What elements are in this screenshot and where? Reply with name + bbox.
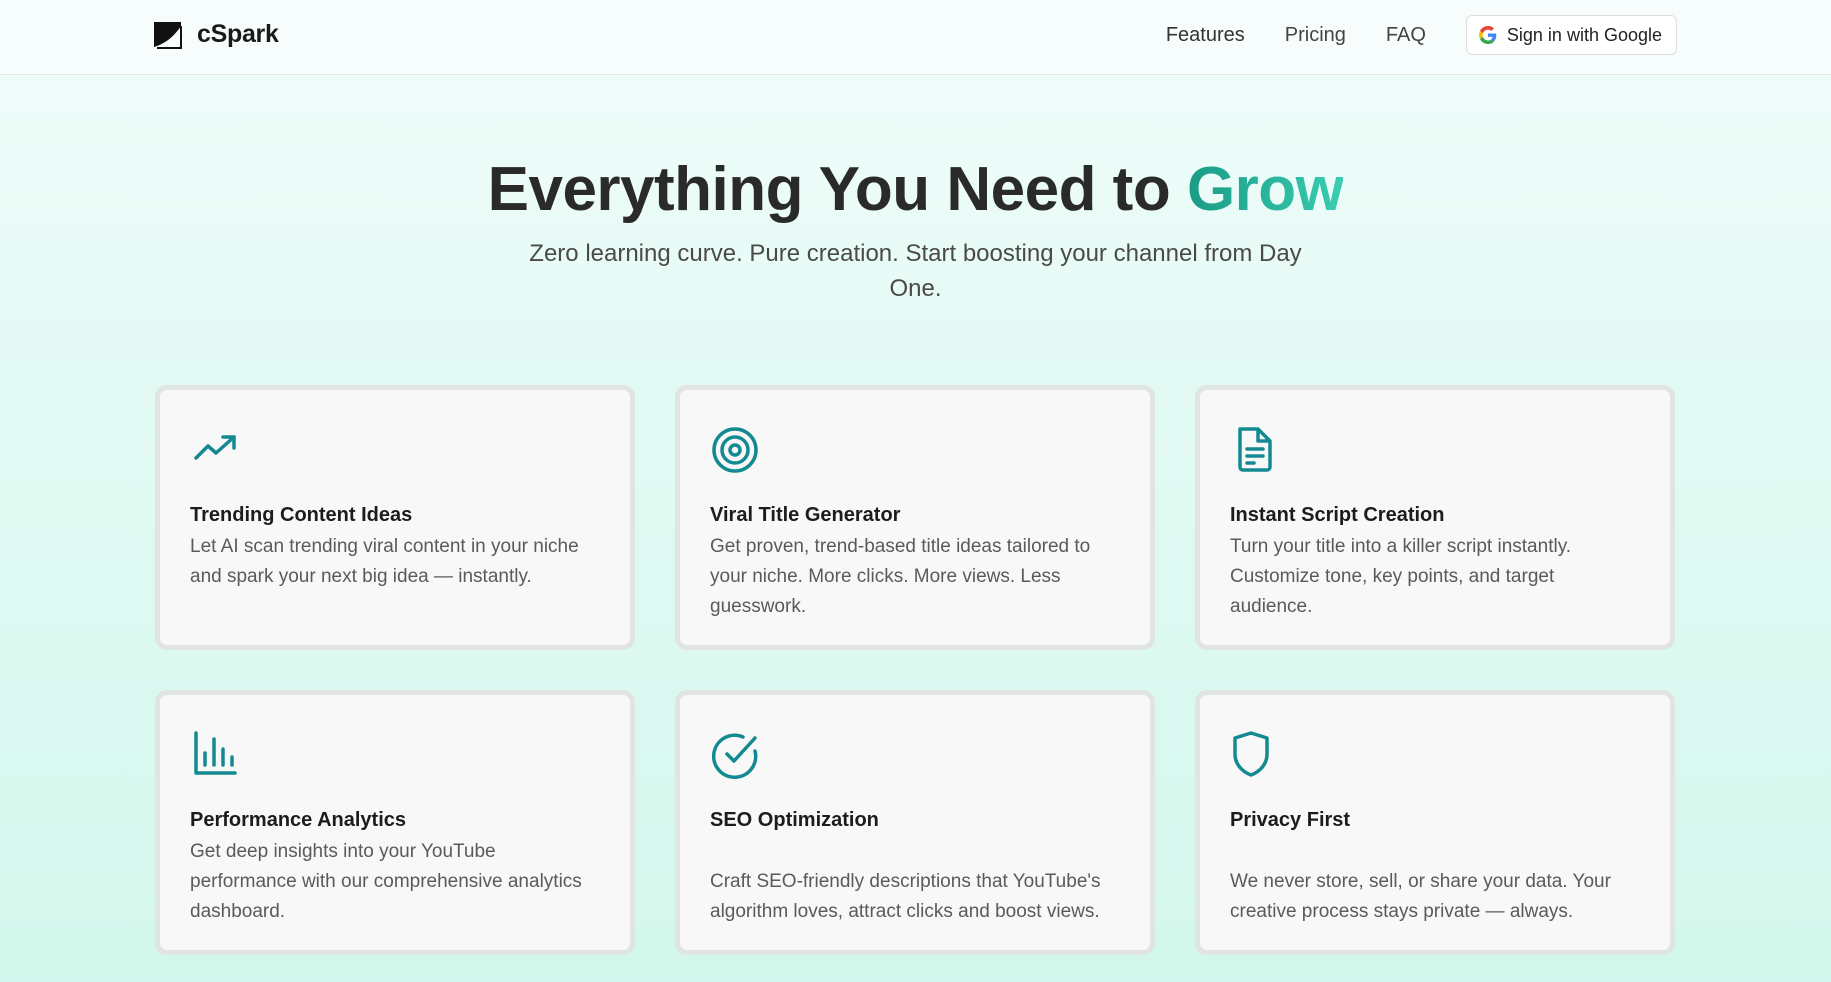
feature-description: Let AI scan trending viral content in yo… <box>190 536 579 587</box>
shield-icon <box>1233 731 1269 777</box>
feature-description: Get deep insights into your YouTube perf… <box>190 841 582 922</box>
nav-link-pricing[interactable]: Pricing <box>1285 15 1346 55</box>
feature-card-privacy-first: Privacy First We never store, sell, or s… <box>1195 690 1675 955</box>
feature-title: Viral Title Generator <box>710 504 901 526</box>
features-grid: Trending Content Ideas Let AI scan trend… <box>155 385 1675 955</box>
feature-description: We never store, sell, or share your data… <box>1230 871 1611 922</box>
feature-description: Get proven, trend-based title ideas tail… <box>710 536 1091 617</box>
document-icon <box>1238 427 1272 472</box>
feature-card-performance-analytics: Performance Analytics Get deep insights … <box>155 690 635 955</box>
hero-title-accent: Grow <box>1186 155 1344 224</box>
sign-in-with-google-button[interactable]: Sign in with Google <box>1465 15 1677 55</box>
main-nav: Features Pricing FAQ Sign in with Google <box>1166 15 1677 55</box>
feature-title: Trending Content Ideas <box>190 504 413 526</box>
feature-description: Turn your title into a killer script ins… <box>1230 536 1572 617</box>
brand-name: cSpark <box>197 20 279 48</box>
feature-title: Privacy First <box>1230 809 1351 831</box>
feature-title: Performance Analytics <box>190 809 407 831</box>
feature-card-seo-optimization: SEO Optimization Craft SEO-friendly desc… <box>675 690 1155 955</box>
sign-in-label: Sign in with Google <box>1506 24 1662 45</box>
brand[interactable]: cSpark <box>153 20 279 49</box>
feature-title: SEO Optimization <box>710 809 879 831</box>
hero-title: Everything You Need to Grow <box>0 150 1831 230</box>
bar-chart-icon <box>194 731 237 775</box>
target-icon <box>712 427 758 473</box>
top-navigation-bar: cSpark Features Pricing FAQ Sign in with… <box>0 0 1831 75</box>
trending-up-icon <box>194 435 236 460</box>
nav-link-features[interactable]: Features <box>1166 15 1245 55</box>
feature-description: Craft SEO-friendly descriptions that You… <box>710 871 1101 922</box>
hero-title-prefix: Everything You Need to <box>487 155 1187 224</box>
feature-card-instant-script-creation: Instant Script Creation Turn your title … <box>1195 385 1675 650</box>
brand-logo-icon <box>154 21 182 49</box>
feature-card-trending-content-ideas: Trending Content Ideas Let AI scan trend… <box>155 385 635 650</box>
hero-section: Everything You Need to Grow Zero learnin… <box>0 150 1831 306</box>
feature-title: Instant Script Creation <box>1230 504 1445 526</box>
nav-link-faq[interactable]: FAQ <box>1386 15 1426 55</box>
feature-card-viral-title-generator: Viral Title Generator Get proven, trend-… <box>675 385 1155 650</box>
google-icon <box>1478 26 1497 44</box>
hero-subtitle: Zero learning curve. Pure creation. Star… <box>529 240 1302 302</box>
check-circle-icon <box>711 733 758 780</box>
